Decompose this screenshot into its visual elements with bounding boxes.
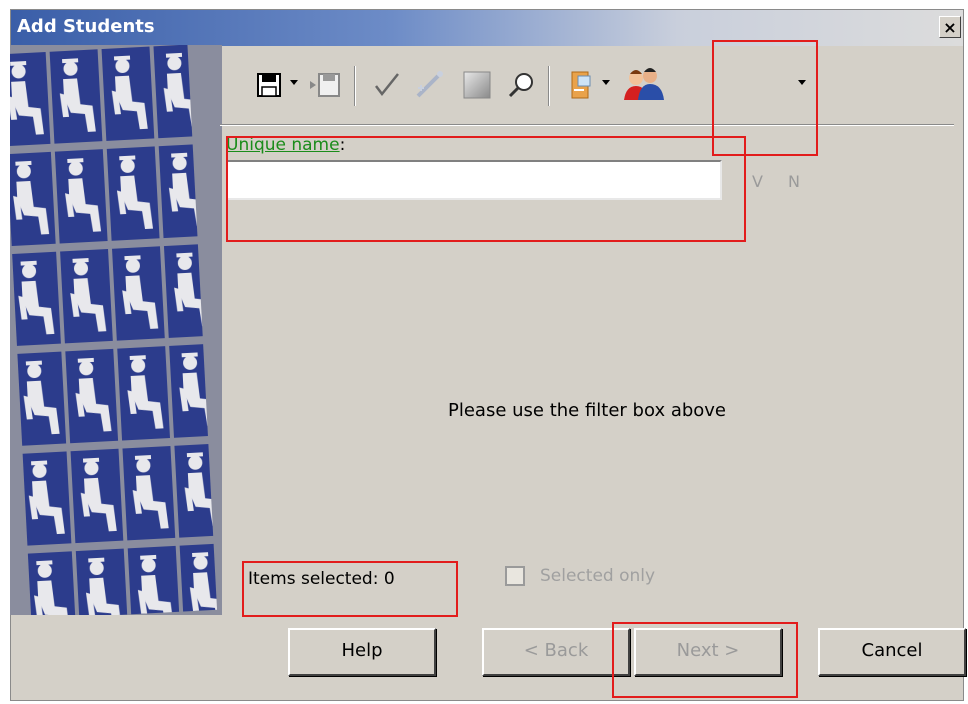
save-icon[interactable] <box>252 68 286 102</box>
search-icon[interactable] <box>504 68 538 102</box>
title-bar: Add Students × <box>11 10 963 46</box>
cancel-button[interactable]: Cancel <box>818 628 966 676</box>
save-load-icon[interactable] <box>308 68 342 102</box>
check-icon[interactable] <box>370 68 404 102</box>
gradient-icon[interactable] <box>460 68 494 102</box>
v-toggle[interactable]: V <box>752 172 763 191</box>
toolbar-separator <box>548 66 550 106</box>
export-dropdown-arrow[interactable] <box>602 80 610 85</box>
highlight-items-selected <box>242 561 458 617</box>
help-button[interactable]: Help <box>288 628 436 676</box>
filter-hint-message: Please use the filter box above <box>447 400 727 421</box>
n-toggle[interactable]: N <box>788 172 800 191</box>
save-dropdown-arrow[interactable] <box>290 80 298 85</box>
selected-only-label: Selected only <box>540 566 656 586</box>
toolbar <box>228 60 948 120</box>
toolbar-divider <box>220 124 954 126</box>
selected-only-checkbox[interactable] <box>505 566 525 586</box>
magic-wand-icon[interactable] <box>414 68 448 102</box>
graduates-banner-image <box>10 45 222 615</box>
window-title: Add Students <box>17 16 155 37</box>
side-banner <box>10 45 222 615</box>
close-button[interactable]: × <box>939 16 961 38</box>
highlight-unique-name <box>226 136 746 242</box>
students-icon[interactable] <box>622 64 666 104</box>
export-icon[interactable] <box>564 68 598 102</box>
toolbar-separator <box>354 66 356 106</box>
back-button[interactable]: < Back <box>482 628 630 676</box>
highlight-next-button <box>612 622 798 698</box>
